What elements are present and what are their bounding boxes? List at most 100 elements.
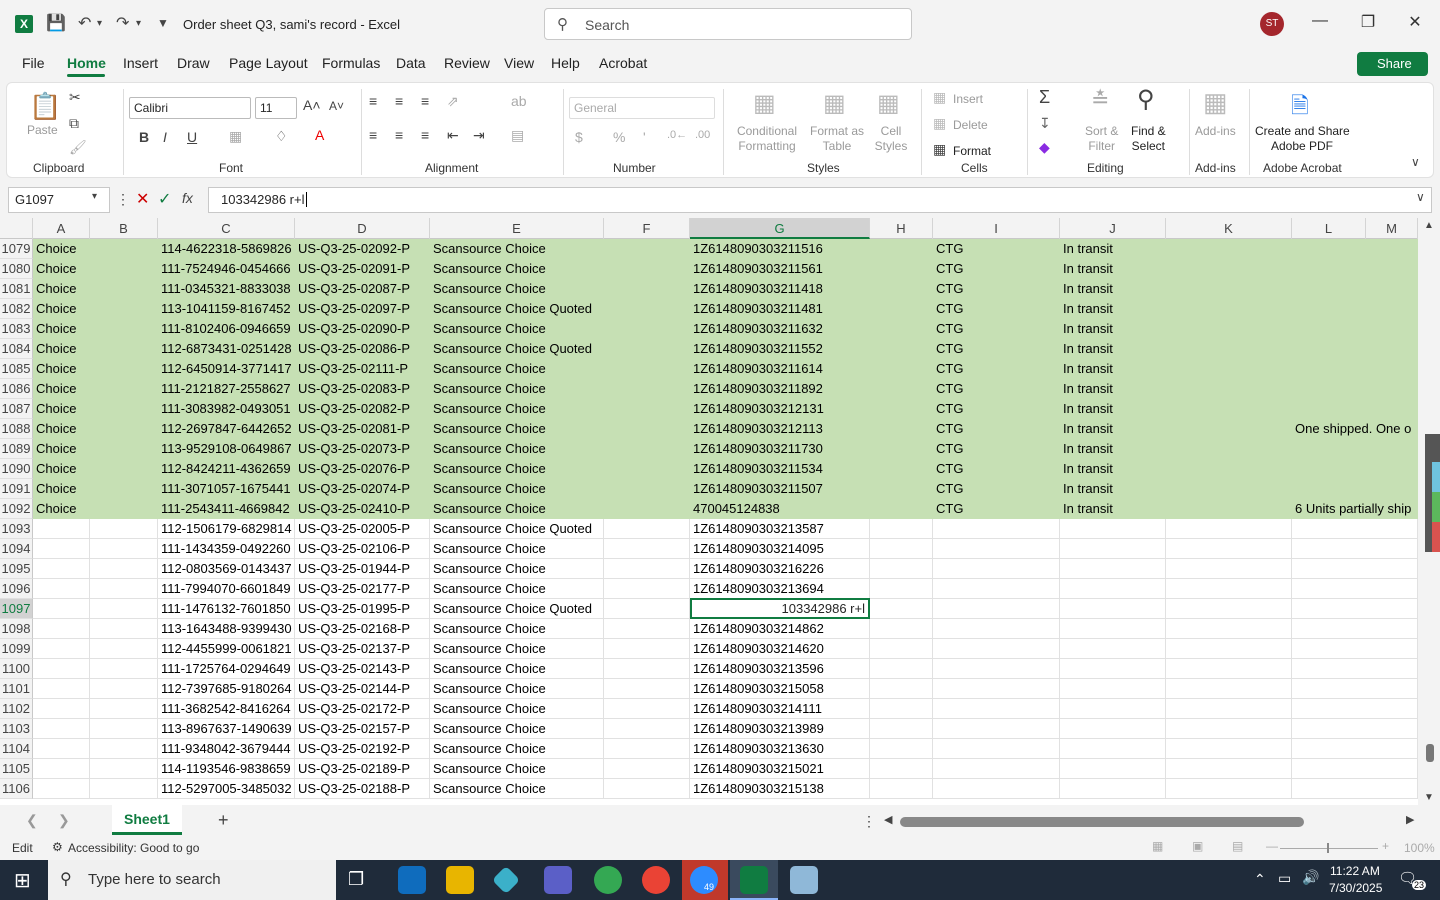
cell-f[interactable] <box>604 559 690 579</box>
cell-f[interactable] <box>604 339 690 359</box>
cell-a[interactable] <box>33 739 90 759</box>
row-header[interactable]: 1088 <box>0 419 33 439</box>
cell-c[interactable]: 111-2543411-4669842 <box>158 499 295 519</box>
cell-e[interactable]: Scansource Choice Quoted <box>430 299 604 319</box>
cell-l[interactable] <box>1292 539 1418 559</box>
tab-acrobat[interactable]: Acrobat <box>599 55 647 71</box>
cell-c[interactable]: 112-8424211-4362659 <box>158 459 295 479</box>
number-format-select[interactable]: General <box>569 97 715 119</box>
align-left-icon[interactable]: ≡ <box>369 127 377 143</box>
cell-f[interactable] <box>604 599 690 619</box>
cell-j[interactable] <box>1060 719 1166 739</box>
row-header[interactable]: 1099 <box>0 639 33 659</box>
windows-start-icon[interactable]: ⊞ <box>14 868 31 893</box>
chrome-icon[interactable] <box>594 866 622 894</box>
cell-d[interactable]: US-Q3-25-02086-P <box>295 339 430 359</box>
cell-b[interactable] <box>90 779 158 799</box>
cell-b[interactable] <box>90 499 158 519</box>
merge-center-icon[interactable]: ▤ <box>511 127 524 144</box>
cell-c[interactable]: 113-9529108-0649867 <box>158 439 295 459</box>
cell-l[interactable] <box>1292 719 1418 739</box>
cell-b[interactable] <box>90 399 158 419</box>
addins-button[interactable]: Add-ins <box>1195 124 1236 139</box>
cell-i[interactable]: CTG <box>933 239 1060 259</box>
cell-j[interactable]: In transit <box>1060 439 1166 459</box>
decrease-indent-icon[interactable]: ⇤ <box>447 127 459 144</box>
zoom-level[interactable]: 100% <box>1404 841 1435 855</box>
chevron-down-icon[interactable]: ▾ <box>92 191 97 202</box>
cell-i[interactable] <box>933 779 1060 799</box>
cell-i[interactable]: CTG <box>933 379 1060 399</box>
teams-icon[interactable] <box>544 866 572 894</box>
cell-f[interactable] <box>604 259 690 279</box>
tab-page-layout[interactable]: Page Layout <box>229 55 308 71</box>
cell-g[interactable]: 1Z6148090303211614 <box>690 359 870 379</box>
cell-g[interactable]: 1Z6148090303213596 <box>690 659 870 679</box>
cell-c[interactable]: 114-1193546-9838659 <box>158 759 295 779</box>
cell-d[interactable]: US-Q3-25-02074-P <box>295 479 430 499</box>
cell-k[interactable] <box>1166 519 1292 539</box>
cell-f[interactable] <box>604 659 690 679</box>
row-header[interactable]: 1098 <box>0 619 33 639</box>
cell-b[interactable] <box>90 679 158 699</box>
cell-l[interactable] <box>1292 259 1418 279</box>
cell-c[interactable]: 111-3083982-0493051 <box>158 399 295 419</box>
cell-l[interactable] <box>1292 519 1418 539</box>
copy-icon[interactable]: ⧉ <box>69 115 79 132</box>
cell-b[interactable] <box>90 639 158 659</box>
align-bottom-icon[interactable]: ≡ <box>421 93 429 109</box>
cell-j[interactable] <box>1060 559 1166 579</box>
cell-j[interactable] <box>1060 759 1166 779</box>
cell-h[interactable] <box>870 479 933 499</box>
insert-cells-button[interactable]: Insert <box>953 92 983 107</box>
row-header[interactable]: 1087 <box>0 399 33 419</box>
cell-c[interactable]: 113-1041159-8167452 <box>158 299 295 319</box>
outlook-icon[interactable] <box>398 866 426 894</box>
cell-k[interactable] <box>1166 679 1292 699</box>
cell-d[interactable]: US-Q3-25-02083-P <box>295 379 430 399</box>
cell-h[interactable] <box>870 559 933 579</box>
format-painter-icon[interactable]: 🖌 <box>69 139 87 156</box>
cell-i[interactable]: CTG <box>933 359 1060 379</box>
cell-d[interactable]: US-Q3-25-02091-P <box>295 259 430 279</box>
cell-k[interactable] <box>1166 559 1292 579</box>
scroll-down-icon[interactable]: ▼ <box>1424 792 1434 803</box>
more-icon[interactable]: ⋮ <box>862 813 876 830</box>
cell-k[interactable] <box>1166 599 1292 619</box>
cell-b[interactable] <box>90 379 158 399</box>
cell-a[interactable]: Choice <box>33 499 90 519</box>
cell-g[interactable]: 1Z6148090303211632 <box>690 319 870 339</box>
cell-a[interactable]: Choice <box>33 419 90 439</box>
cell-i[interactable] <box>933 639 1060 659</box>
cell-j[interactable] <box>1060 619 1166 639</box>
cell-a[interactable] <box>33 559 90 579</box>
collapse-ribbon-icon[interactable]: ∨ <box>1411 155 1420 169</box>
cell-g[interactable]: 1Z6148090303211892 <box>690 379 870 399</box>
cell-h[interactable] <box>870 259 933 279</box>
cell-i[interactable]: CTG <box>933 479 1060 499</box>
cell-f[interactable] <box>604 279 690 299</box>
delete-cells-button[interactable]: Delete <box>953 118 988 133</box>
cell-f[interactable] <box>604 319 690 339</box>
minimize-icon[interactable]: — <box>1308 12 1332 30</box>
cell-e[interactable]: Scansource Choice <box>430 719 604 739</box>
row-header[interactable]: 1101 <box>0 679 33 699</box>
column-header-i[interactable]: I <box>933 218 1060 239</box>
cell-h[interactable] <box>870 579 933 599</box>
find-icon[interactable]: ⚲ <box>1137 85 1155 114</box>
font-name-select[interactable]: Calibri <box>129 97 251 119</box>
autosum-icon[interactable]: Σ <box>1039 87 1050 108</box>
tab-help[interactable]: Help <box>551 55 580 71</box>
cell-a[interactable] <box>33 679 90 699</box>
cell-g[interactable]: 1Z6148090303215021 <box>690 759 870 779</box>
file-explorer-icon[interactable] <box>446 866 474 894</box>
cell-f[interactable] <box>604 619 690 639</box>
active-cell-editor[interactable]: 103342986 r+l <box>690 598 870 619</box>
cell-e[interactable]: Scansource Choice Quoted <box>430 339 604 359</box>
cell-i[interactable] <box>933 679 1060 699</box>
cell-j[interactable] <box>1060 739 1166 759</box>
cell-b[interactable] <box>90 759 158 779</box>
cell-d[interactable]: US-Q3-25-01944-P <box>295 559 430 579</box>
cancel-icon[interactable]: ✕ <box>136 189 149 209</box>
zoom-app-highlight[interactable]: 49 <box>682 860 728 900</box>
